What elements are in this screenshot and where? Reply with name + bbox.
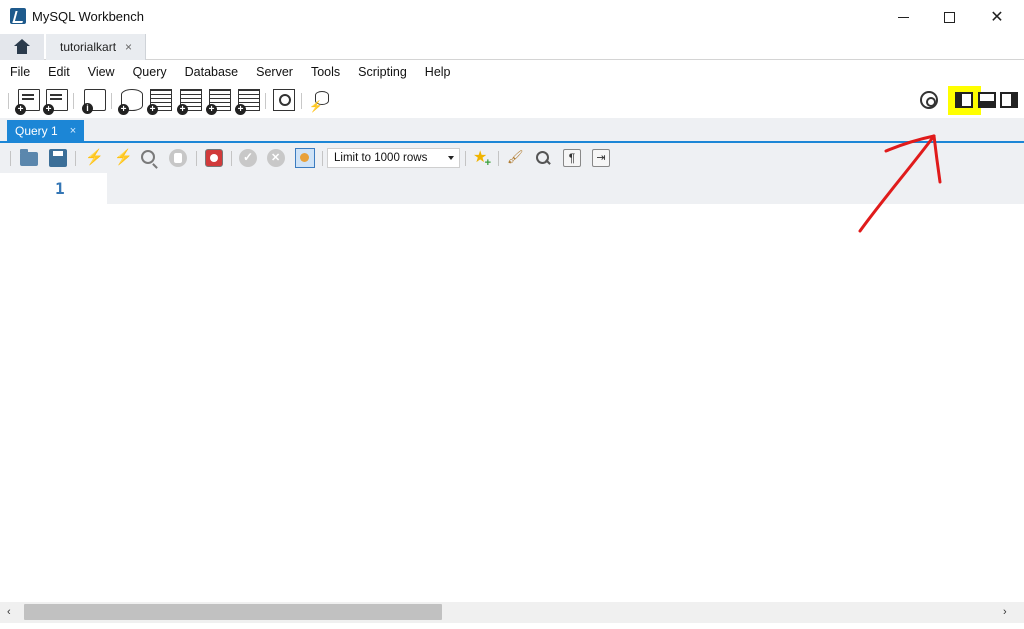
search-table-data-icon[interactable] <box>273 89 295 111</box>
menu-query[interactable]: Query <box>133 65 167 79</box>
sql-editor-area[interactable] <box>0 204 1024 602</box>
toolbar-separator <box>10 151 11 166</box>
inspector-icon[interactable] <box>82 89 106 114</box>
menu-help[interactable]: Help <box>425 65 451 79</box>
minimize-button[interactable] <box>880 0 926 34</box>
toggle-continue-on-error-icon[interactable] <box>205 149 223 167</box>
menu-database[interactable]: Database <box>185 65 239 79</box>
menu-tools[interactable]: Tools <box>311 65 340 79</box>
sidebar-pane-glyph <box>957 94 962 106</box>
minimize-icon <box>897 16 909 18</box>
create-table-icon[interactable] <box>147 89 172 115</box>
toggle-sidebar-icon[interactable] <box>955 92 973 108</box>
home-icon <box>13 39 31 55</box>
current-line-highlight[interactable] <box>107 173 1024 204</box>
close-window-button[interactable]: ✕ <box>974 0 1020 34</box>
open-file-icon[interactable] <box>20 149 38 166</box>
query-tab[interactable]: Query 1 × <box>7 120 84 142</box>
toolbar-separator <box>301 93 302 109</box>
menu-scripting[interactable]: Scripting <box>358 65 407 79</box>
new-sql-tab-icon[interactable] <box>15 89 40 115</box>
mysql-workbench-window: MySQL Workbench ✕ tutorialkart × File Ed… <box>0 0 1024 629</box>
invisible-characters-icon[interactable]: ¶ <box>563 149 581 167</box>
line-number-gutter <box>0 173 107 204</box>
toolbar-separator <box>111 93 112 109</box>
connection-tab[interactable]: tutorialkart × <box>46 34 146 60</box>
create-procedure-icon[interactable] <box>206 89 231 115</box>
menu-view[interactable]: View <box>88 65 115 79</box>
explain-query-icon[interactable] <box>141 150 155 164</box>
toolbar-separator <box>465 151 466 166</box>
chevron-down-icon <box>448 156 454 160</box>
scroll-left-icon[interactable]: ‹ <box>7 606 11 618</box>
toolbar-separator <box>196 151 197 166</box>
beautify-query-icon[interactable] <box>506 149 524 167</box>
toggle-secondary-sidebar-icon[interactable] <box>1000 92 1018 108</box>
query-tab-strip: Query 1 × <box>0 118 1024 142</box>
home-tab[interactable] <box>0 34 44 60</box>
commit-icon[interactable] <box>239 149 257 167</box>
sql-editor-toolbar: ¶ ⇥ <box>0 143 1024 173</box>
menu-edit[interactable]: Edit <box>48 65 70 79</box>
close-query-tab-icon[interactable]: × <box>70 125 76 137</box>
rollback-icon[interactable] <box>267 149 285 167</box>
menu-bar: File Edit View Query Database Server Too… <box>0 61 1024 83</box>
maximize-button[interactable] <box>926 0 972 34</box>
query-tab-label: Query 1 <box>15 124 58 138</box>
secondary-sidebar-pane-glyph <box>1011 94 1016 106</box>
stop-query-icon[interactable] <box>169 149 187 167</box>
reconnect-icon[interactable] <box>309 89 331 113</box>
toolbar-separator <box>75 151 76 166</box>
execute-all-icon[interactable] <box>83 148 104 167</box>
word-wrap-icon[interactable]: ⇥ <box>592 149 610 167</box>
mysql-workbench-logo-icon <box>10 8 26 24</box>
create-function-icon[interactable] <box>235 89 260 115</box>
toolbar-separator <box>265 93 266 109</box>
toolbar-separator <box>498 151 499 166</box>
title-bar: MySQL Workbench ✕ <box>0 0 1024 34</box>
toolbar-separator <box>322 151 323 166</box>
find-replace-icon[interactable] <box>534 149 552 167</box>
toolbar-separator <box>73 93 74 109</box>
save-script-icon[interactable] <box>49 149 67 167</box>
row-limit-value: Limit to 1000 rows <box>334 152 428 164</box>
open-sql-script-icon[interactable] <box>43 89 68 115</box>
scroll-right-icon[interactable]: › <box>1003 606 1007 618</box>
close-connection-tab-icon[interactable]: × <box>125 40 132 54</box>
horizontal-scrollbar[interactable]: ‹ › <box>0 602 1024 623</box>
scrollbar-thumb[interactable] <box>24 604 442 620</box>
connection-tab-bar: tutorialkart × <box>0 34 1024 60</box>
menu-server[interactable]: Server <box>256 65 293 79</box>
autocommit-toggle-icon[interactable] <box>295 148 315 168</box>
maximize-icon <box>943 11 955 23</box>
window-title: MySQL Workbench <box>32 9 144 24</box>
row-limit-select[interactable]: Limit to 1000 rows <box>327 148 460 168</box>
menu-file[interactable]: File <box>10 65 30 79</box>
main-toolbar <box>0 85 1024 117</box>
add-snippet-icon[interactable] <box>472 147 491 169</box>
output-pane-glyph <box>980 101 994 106</box>
line-number: 1 <box>55 179 65 198</box>
execute-current-statement-icon[interactable] <box>112 148 133 167</box>
toolbar-separator <box>231 151 232 166</box>
connection-tab-label: tutorialkart <box>60 40 117 54</box>
toggle-output-icon[interactable] <box>978 92 996 108</box>
settings-icon[interactable] <box>920 91 938 109</box>
toolbar-separator <box>8 93 9 109</box>
create-view-icon[interactable] <box>177 89 202 115</box>
create-schema-icon[interactable] <box>118 89 143 115</box>
